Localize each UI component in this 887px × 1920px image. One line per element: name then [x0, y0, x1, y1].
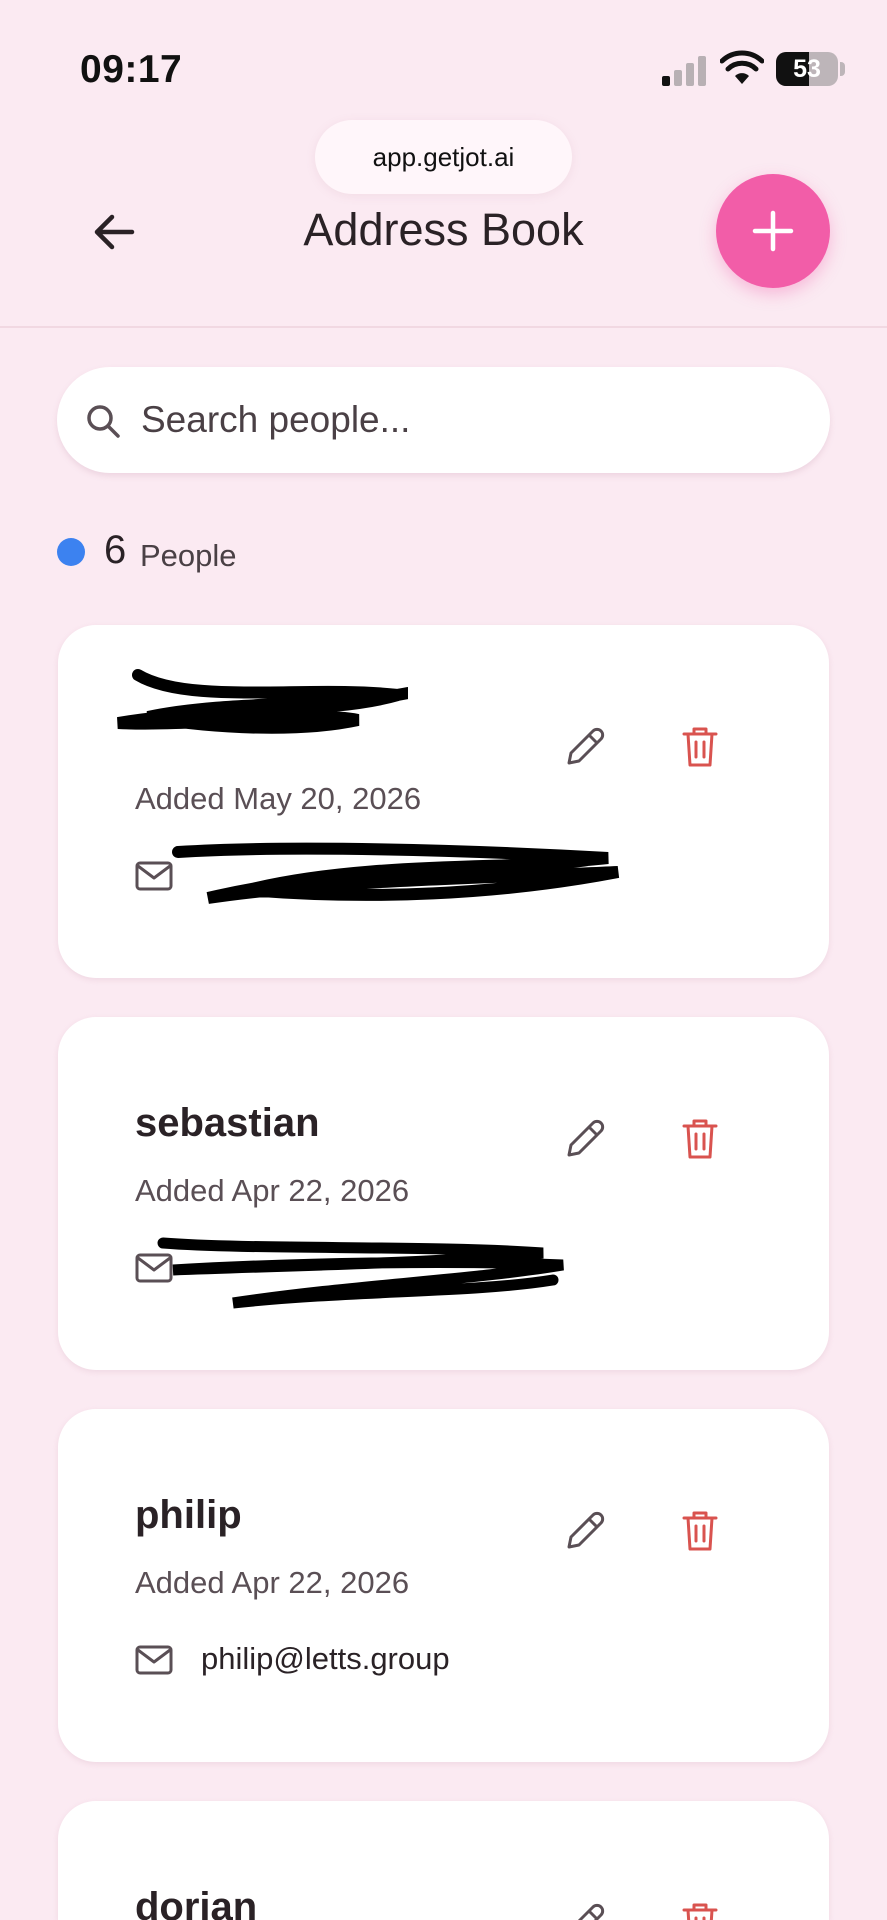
trash-icon[interactable]	[681, 1117, 719, 1161]
contact-name: sebastian	[135, 1101, 320, 1145]
pencil-icon[interactable]	[563, 725, 607, 769]
battery-icon: 53	[776, 52, 838, 86]
pencil-icon[interactable]	[563, 1509, 607, 1553]
contact-card[interactable]: Added May 20, 2026	[58, 625, 829, 978]
search-input[interactable]	[141, 367, 801, 473]
contact-email[interactable]: philip@letts.group	[201, 1641, 450, 1677]
status-time: 09:17	[80, 48, 183, 91]
redaction-scribble	[172, 842, 620, 904]
contact-name: philip	[135, 1493, 242, 1537]
count-number: 6	[104, 528, 127, 572]
contact-card[interactable]: philip Added Apr 22, 2026 philip@letts.g…	[58, 1409, 829, 1762]
contact-added-date: Added Apr 22, 2026	[135, 1173, 410, 1208]
url-bar[interactable]: app.getjot.ai	[315, 120, 572, 194]
redaction-scribble	[157, 1237, 564, 1309]
cellular-signal-icon	[662, 56, 706, 86]
plus-icon	[752, 210, 794, 252]
search-bar	[57, 367, 830, 473]
wifi-icon	[720, 50, 764, 84]
pencil-icon[interactable]	[563, 1901, 607, 1920]
contact-name: dorian	[135, 1885, 258, 1920]
contact-card[interactable]: sebastian Added Apr 22, 2026	[58, 1017, 829, 1370]
trash-icon[interactable]	[681, 1901, 719, 1920]
mail-icon	[135, 1645, 173, 1675]
contact-added-date: Added Apr 22, 2026	[135, 1565, 410, 1600]
battery-cap	[840, 62, 845, 76]
pencil-icon[interactable]	[563, 1117, 607, 1161]
count-dot	[57, 538, 85, 566]
app-header: app.getjot.ai Address Book	[0, 120, 887, 328]
contact-card[interactable]: dorian	[58, 1801, 829, 1920]
add-contact-button[interactable]	[716, 174, 830, 288]
battery-level: 53	[793, 55, 821, 83]
redaction-scribble	[117, 669, 408, 734]
contact-added-date: Added May 20, 2026	[135, 781, 422, 816]
mail-icon	[135, 1253, 173, 1283]
status-bar: 09:17 53	[0, 0, 887, 120]
trash-icon[interactable]	[681, 1509, 719, 1553]
trash-icon[interactable]	[681, 725, 719, 769]
mail-icon	[135, 861, 173, 891]
search-icon	[87, 405, 120, 438]
count-label: People	[140, 538, 237, 573]
